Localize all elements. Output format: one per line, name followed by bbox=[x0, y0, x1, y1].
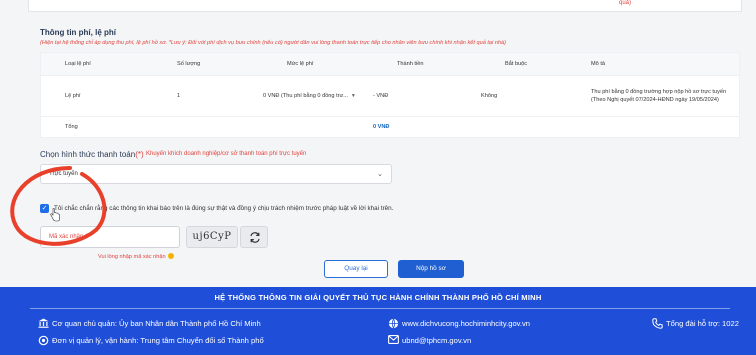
warning-icon bbox=[167, 253, 174, 259]
col-amount: Thành tiền bbox=[373, 53, 481, 75]
footer-email-link[interactable]: ubnd@tphcm.gov.vn bbox=[402, 336, 471, 345]
submit-button[interactable]: Nộp hồ sơ bbox=[398, 260, 464, 278]
fees-section-title: Thông tin phí, lệ phí bbox=[40, 28, 116, 37]
chevron-down-icon: ⌄ bbox=[377, 171, 383, 178]
refresh-icon bbox=[250, 232, 260, 243]
captcha-input[interactable]: Mã xác nhận * bbox=[40, 226, 180, 248]
footer-agency-text: Cơ quan chủ quản: Ủy ban Nhân dân Thành … bbox=[52, 319, 261, 328]
previous-section-card: quả) bbox=[28, 0, 742, 12]
total-label: Tổng bbox=[41, 115, 153, 138]
caret-down-icon: ▼ bbox=[350, 92, 356, 99]
table-row: Lệ phí 1 0 VNĐ (Thu phí bằng 0 đồng trư.… bbox=[41, 74, 739, 116]
settings-icon bbox=[38, 335, 49, 346]
mail-icon bbox=[388, 335, 399, 344]
col-fee-type: Loại lệ phí bbox=[41, 53, 153, 75]
back-button[interactable]: Quay lại bbox=[324, 260, 388, 278]
col-required: Bắt buộc bbox=[481, 53, 591, 75]
fee-level-value: 0 VNĐ (Thu phí bằng 0 đồng trư... bbox=[263, 92, 348, 99]
captcha-refresh-button[interactable] bbox=[240, 226, 268, 248]
description-cell: Thu phí bằng 0 đồng trường hợp nộp hồ sơ… bbox=[591, 74, 739, 116]
agreement-checkbox[interactable]: ✓ bbox=[40, 204, 49, 213]
captcha-error: Vui lòng nhập mã xác nhận bbox=[98, 253, 174, 260]
bank-icon bbox=[38, 318, 49, 328]
footer-divider bbox=[30, 308, 730, 309]
col-description: Mô tả bbox=[591, 53, 739, 75]
previous-section-note: quả) bbox=[618, 0, 631, 6]
captcha-image: uj6CyP bbox=[186, 226, 238, 248]
page: quả) Thông tin phí, lệ phí (Hiện tại hệ … bbox=[0, 0, 756, 355]
col-quantity: Số lượng bbox=[153, 53, 263, 75]
phone-icon bbox=[652, 318, 663, 329]
captcha-placeholder: Mã xác nhận * bbox=[49, 234, 88, 240]
globe-icon bbox=[388, 318, 399, 329]
footer: HỆ THỐNG THÔNG TIN GIẢI QUYẾT THỦ TỤC HÀ… bbox=[0, 287, 756, 355]
hand-cursor-icon bbox=[50, 208, 60, 222]
required-cell: Không bbox=[481, 74, 591, 116]
quantity-cell: 1 bbox=[153, 74, 263, 116]
payment-method-hint: Khuyến khích doanh nghiệp/cơ sở thanh to… bbox=[146, 151, 307, 157]
table-row-total: Tổng 0 VNĐ bbox=[41, 115, 739, 138]
fee-level-select[interactable]: 0 VNĐ (Thu phí bằng 0 đồng trư... ▼ bbox=[263, 74, 373, 116]
payment-method-value: Trực tuyến bbox=[49, 171, 78, 177]
col-fee-level: Mức lệ phí bbox=[263, 53, 373, 75]
footer-title: HỆ THỐNG THÔNG TIN GIẢI QUYẾT THỦ TỤC HÀ… bbox=[214, 293, 542, 302]
payment-method-select[interactable]: Trực tuyến ⌄ bbox=[40, 164, 392, 184]
required-mark: (*) bbox=[135, 150, 144, 159]
agreement-text: Tôi chắc chắn rằng các thông tin khai bá… bbox=[54, 205, 394, 212]
payment-method-label: Chọn hình thức thanh toán(*) bbox=[40, 150, 144, 159]
amount-cell: - VNĐ bbox=[373, 74, 481, 116]
footer-website-link[interactable]: www.dichvucong.hochiminhcity.gov.vn bbox=[402, 319, 530, 328]
fees-table-header: Loại lệ phí Số lượng Mức lệ phí Thành ti… bbox=[41, 53, 739, 75]
fee-type-cell: Lệ phí bbox=[41, 74, 153, 116]
total-value: 0 VNĐ bbox=[373, 115, 481, 138]
footer-hotline-text[interactable]: Tổng đài hỗ trợ: 1022 bbox=[666, 319, 739, 328]
captcha-error-text: Vui lòng nhập mã xác nhận bbox=[98, 254, 166, 260]
payment-method-label-text: Chọn hình thức thanh toán bbox=[40, 150, 136, 159]
footer-operator-text: Đơn vị quản lý, vận hành: Trung tâm Chuy… bbox=[52, 336, 264, 345]
fees-table: Loại lệ phí Số lượng Mức lệ phí Thành ti… bbox=[40, 52, 740, 138]
fees-section-note: (Hiện tại hệ thống chỉ áp dụng thu phí, … bbox=[40, 40, 507, 46]
